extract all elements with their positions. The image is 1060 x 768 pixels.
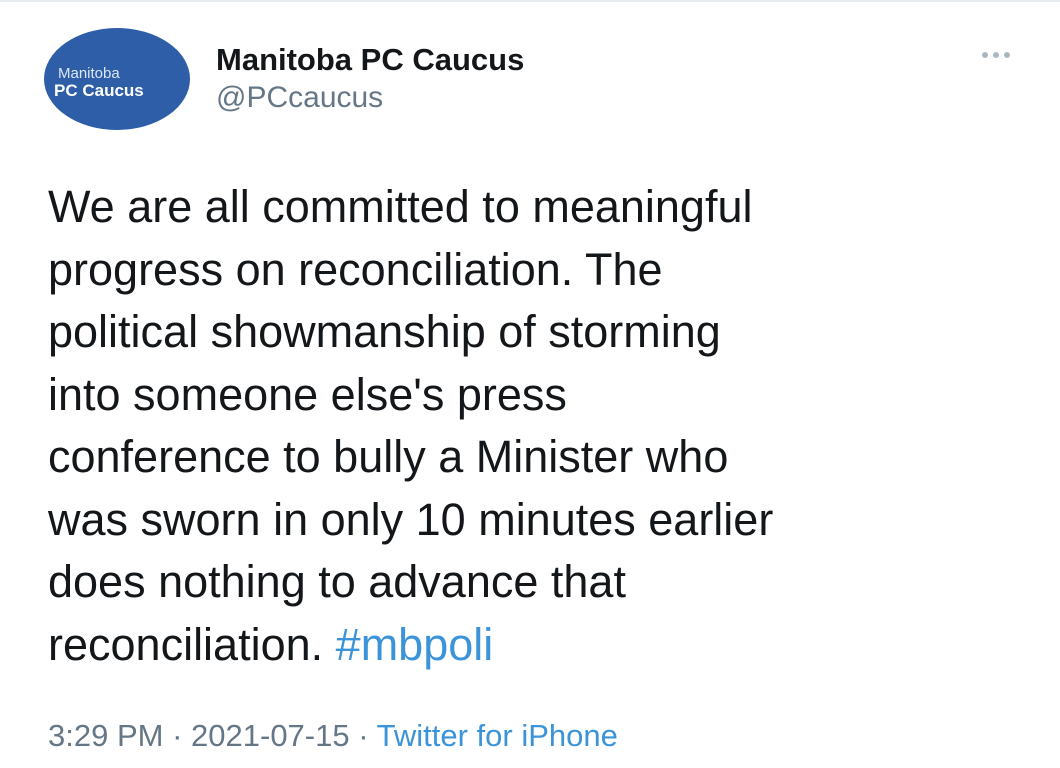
meta-separator: · — [358, 718, 369, 753]
avatar-logo-line2: PC Caucus — [54, 81, 144, 100]
avatar[interactable]: Manitoba PC Caucus — [44, 28, 190, 130]
hashtag-link[interactable]: #mbpoli — [336, 619, 494, 670]
author-handle[interactable]: @PCcaucus — [216, 80, 524, 116]
tweet-source-link[interactable]: Twitter for iPhone — [377, 718, 618, 753]
author-block: Manitoba PC Caucus @PCcaucus — [216, 40, 524, 116]
tweet-text-line: into someone else's press — [48, 368, 567, 420]
tweet-metadata: 3:29 PM · 2021-07-15 · Twitter for iPhon… — [48, 716, 618, 756]
more-dot — [982, 52, 988, 58]
tweet-text-line: reconciliation. — [48, 618, 324, 670]
tweet-text-last-line: reconciliation. #mbpoli — [48, 614, 1038, 677]
more-options-icon[interactable] — [982, 52, 1010, 58]
more-dot — [993, 52, 999, 58]
tweet-body: We are all committed to meaningful progr… — [48, 176, 1038, 676]
tweet-time[interactable]: 3:29 PM — [48, 718, 163, 753]
author-display-name[interactable]: Manitoba PC Caucus — [216, 40, 524, 80]
meta-separator: · — [172, 718, 183, 753]
tweet-text-line: We are all committed to meaningful — [48, 181, 753, 232]
more-dot — [1004, 52, 1010, 58]
tweet-date[interactable]: 2021-07-15 — [191, 718, 350, 753]
avatar-logo-line1: Manitoba — [58, 65, 120, 82]
tweet-text-line: conference to bully a Minister who — [48, 431, 729, 482]
tweet-card: Manitoba PC Caucus Manitoba PC Caucus @P… — [0, 0, 1060, 768]
tweet-text-line: does nothing to advance that — [48, 556, 626, 607]
tweet-text-line: political showmanship of storming — [48, 306, 721, 357]
tweet-text-line: progress on reconciliation. The — [48, 243, 663, 295]
tweet-text-line: was sworn in only 10 minutes earlier — [48, 493, 774, 545]
